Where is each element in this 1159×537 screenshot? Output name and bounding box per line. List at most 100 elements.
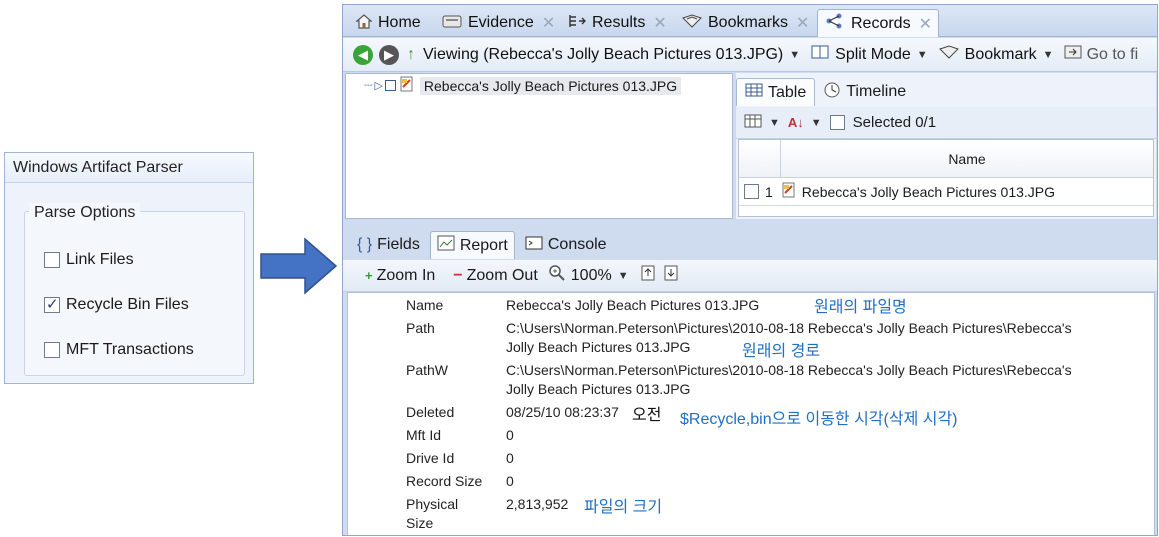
link-files-option[interactable]: Link Files	[44, 251, 134, 269]
field-path-label: Path	[406, 320, 435, 336]
zoom-in-icon: +	[365, 268, 373, 283]
parse-options-label: Parse Options	[29, 203, 141, 223]
records-window: Home Evidence ✕ Results ✕ Bookmarks ✕ Re…	[342, 4, 1158, 536]
report-toolbar: + Zoom In − Zoom Out 100% ▼	[343, 260, 1157, 292]
tab-bookmarks[interactable]: Bookmarks ✕	[681, 9, 809, 37]
close-icon[interactable]: ✕	[796, 13, 809, 33]
back-icon[interactable]: ◀	[353, 44, 373, 65]
name-column-header[interactable]: Name	[781, 140, 1153, 178]
view-tab-bar: Table Timeline	[736, 76, 1156, 106]
save-icon[interactable]	[662, 264, 680, 287]
zoom-out-icon: −	[453, 266, 463, 284]
tab-evidence-label: Evidence	[468, 14, 534, 31]
up-icon[interactable]: ↑	[407, 46, 415, 64]
table-header: Name	[739, 140, 1153, 178]
recycle-bin-files-label: Recycle Bin Files	[66, 296, 189, 313]
field-deleted-label: Deleted	[406, 404, 455, 420]
field-physicalsize-value: 2,813,952	[506, 496, 569, 512]
tab-table-label: Table	[768, 83, 807, 101]
tab-evidence[interactable]: Evidence ✕	[441, 9, 555, 37]
tab-timeline[interactable]: Timeline	[815, 78, 914, 106]
tab-fields[interactable]: { } Fields	[351, 231, 426, 259]
selected-count: Selected 0/1	[852, 114, 937, 131]
row-index: 1	[765, 183, 773, 200]
chevron-down-icon[interactable]: ▼	[917, 49, 928, 61]
zoom-out-button[interactable]: Zoom Out	[467, 267, 538, 285]
recycle-bin-files-option[interactable]: Recycle Bin Files	[44, 295, 189, 314]
close-icon[interactable]: ✕	[919, 14, 932, 34]
field-path-value-line2: Jolly Beach Pictures 013.JPG	[506, 339, 691, 355]
select-all-checkbox[interactable]	[829, 115, 845, 130]
chevron-down-icon[interactable]: ▼	[789, 49, 800, 61]
zoom-level-dropdown[interactable]: 100%	[571, 267, 612, 285]
results-icon	[567, 13, 587, 34]
field-driveid-value: 0	[506, 450, 514, 466]
bookmark-icon	[938, 44, 960, 65]
tab-results-label: Results	[592, 14, 646, 31]
zoom-in-button[interactable]: Zoom In	[377, 267, 436, 285]
table-row[interactable]: 1 Rebecca's Jolly Beach Pictures 013.JPG	[739, 178, 1153, 206]
tree-pane: ┄ ▷ Rebecca's Jolly Beach Pictures 013.J…	[345, 73, 733, 219]
bookmarks-icon	[681, 13, 703, 34]
tab-records[interactable]: Records ✕	[817, 9, 939, 37]
split-mode-button[interactable]: Split Mode	[835, 46, 911, 64]
timeline-icon	[823, 81, 841, 104]
close-icon[interactable]: ✕	[542, 13, 555, 33]
chevron-down-icon[interactable]: ▼	[769, 117, 780, 129]
row-name: Rebecca's Jolly Beach Pictures 013.JPG	[801, 183, 1056, 200]
mft-transactions-option[interactable]: MFT Transactions	[44, 341, 194, 359]
forward-icon[interactable]: ▶	[379, 44, 399, 65]
annotation-original-filename: 원래의 파일명	[814, 299, 907, 316]
home-icon	[355, 13, 373, 34]
sort-icon[interactable]: A↓	[788, 115, 804, 130]
table-pane: Table Timeline ▼ A↓ ▼ Selected 0/1 Name …	[736, 73, 1156, 219]
file-icon	[781, 182, 797, 201]
report-view: Name Rebecca's Jolly Beach Pictures 013.…	[347, 292, 1155, 535]
tab-home[interactable]: Home	[355, 9, 421, 37]
viewing-dropdown[interactable]: Viewing (Rebecca's Jolly Beach Pictures …	[423, 46, 783, 64]
tree-connector: ┄	[364, 77, 373, 93]
tree-item[interactable]: ┄ ▷ Rebecca's Jolly Beach Pictures 013.J…	[364, 76, 682, 95]
bookmark-button[interactable]: Bookmark	[965, 46, 1037, 64]
field-recordsize-value: 0	[506, 473, 514, 489]
navigation-toolbar: ◀ ▶ ↑ Viewing (Rebecca's Jolly Beach Pic…	[343, 38, 1157, 72]
tab-console[interactable]: Console	[519, 231, 613, 259]
split-mode-icon	[810, 44, 830, 65]
link-files-label: Link Files	[66, 251, 134, 268]
close-icon[interactable]: ✕	[653, 13, 666, 33]
field-pathw-value-line2: Jolly Beach Pictures 013.JPG	[506, 381, 691, 397]
tab-home-label: Home	[378, 14, 421, 31]
magnifier-icon	[548, 264, 566, 287]
annotation-file-size: 파일의 크기	[584, 499, 663, 516]
field-deleted-ampm: 오전	[632, 407, 662, 424]
tree-item-checkbox[interactable]	[384, 80, 396, 91]
tree-item-label: Rebecca's Jolly Beach Pictures 013.JPG	[419, 76, 682, 95]
tab-fields-label: Fields	[377, 236, 420, 253]
file-icon	[399, 76, 415, 95]
columns-icon[interactable]	[744, 113, 762, 133]
field-physicalsize-label-line1: Physical	[406, 496, 459, 512]
export-icon[interactable]	[639, 264, 657, 287]
tab-results[interactable]: Results ✕	[567, 9, 667, 37]
chevron-down-icon[interactable]: ▼	[618, 270, 629, 282]
annotation-deleted-time: $Recycle,bin으로 이동한 시각(삭제 시각)	[680, 411, 958, 428]
row-checkbox[interactable]	[744, 184, 759, 199]
table-toolbar: ▼ A↓ ▼ Selected 0/1	[736, 107, 1156, 139]
field-mftid-label: Mft Id	[406, 427, 442, 443]
right-arrow-icon	[260, 237, 338, 295]
go-to-file-button[interactable]: Go to fi	[1087, 46, 1139, 64]
field-name-value: Rebecca's Jolly Beach Pictures 013.JPG	[506, 297, 760, 313]
link-files-checkbox[interactable]	[44, 252, 60, 268]
tab-report[interactable]: Report	[429, 231, 515, 259]
evidence-icon	[441, 13, 463, 34]
field-recordsize-label: Record Size	[406, 473, 483, 489]
expand-icon[interactable]: ▷	[374, 79, 382, 92]
tab-table[interactable]: Table	[736, 78, 816, 106]
field-pathw-label: PathW	[406, 362, 449, 378]
row-index-header	[739, 140, 781, 178]
chevron-down-icon[interactable]: ▼	[811, 117, 822, 129]
mft-transactions-checkbox[interactable]	[44, 342, 60, 358]
go-to-icon	[1064, 44, 1082, 65]
chevron-down-icon[interactable]: ▼	[1043, 49, 1054, 61]
recycle-bin-files-checkbox[interactable]	[44, 295, 60, 313]
